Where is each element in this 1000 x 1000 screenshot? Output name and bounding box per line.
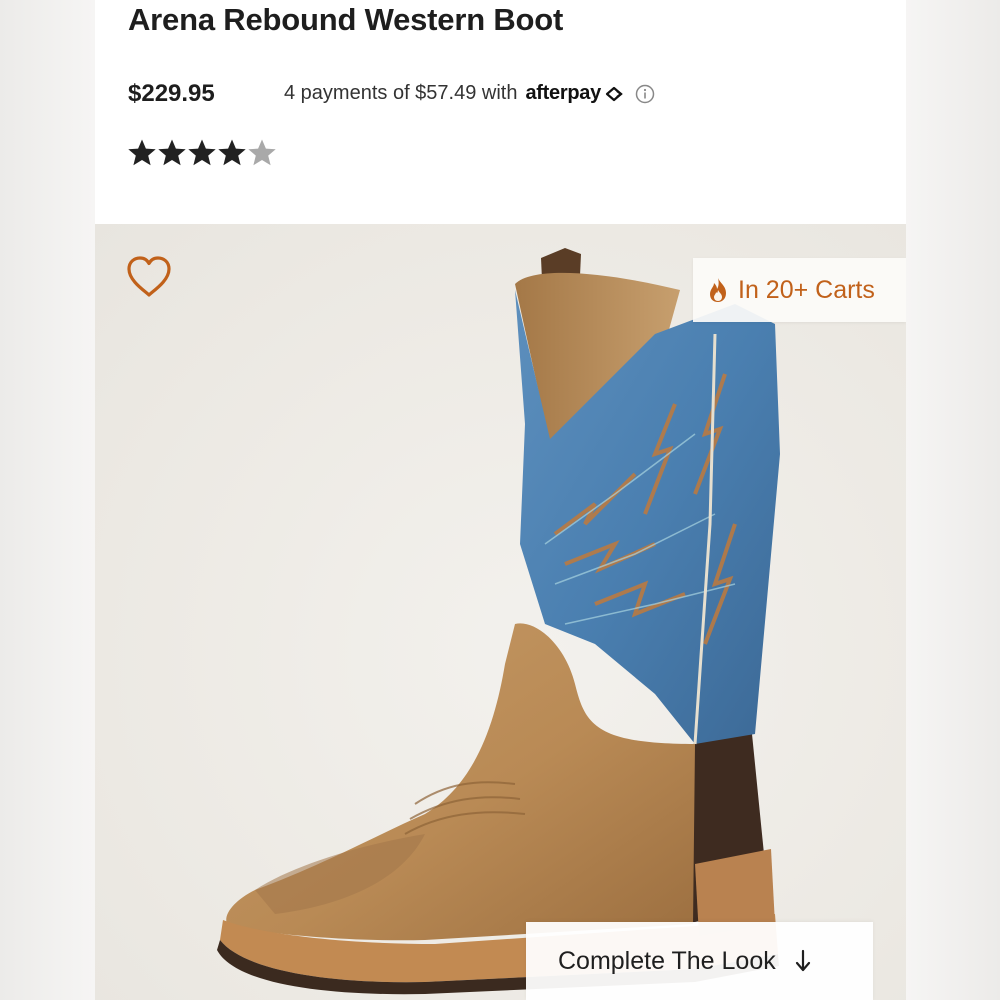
flame-icon bbox=[706, 276, 730, 304]
star-empty-icon bbox=[247, 138, 277, 168]
star-filled-icon bbox=[187, 138, 217, 168]
product-page: Arena Rebound Western Boot $229.95 4 pay… bbox=[95, 0, 906, 1000]
arrow-down-icon bbox=[794, 949, 812, 973]
info-circle-icon[interactable] bbox=[635, 84, 655, 104]
product-title: Arena Rebound Western Boot bbox=[128, 2, 564, 37]
afterpay-logo: afterpay bbox=[525, 82, 601, 104]
star-filled-icon bbox=[127, 138, 157, 168]
star-filled-icon bbox=[157, 138, 187, 168]
product-price: $229.95 bbox=[128, 80, 215, 107]
complete-the-look-label: Complete The Look bbox=[558, 946, 776, 975]
product-image-gallery[interactable]: In 20+ Carts Complete The Look bbox=[95, 224, 906, 1000]
product-image-boot bbox=[217, 248, 780, 995]
in-carts-text: In 20+ Carts bbox=[738, 275, 875, 304]
product-info: Arena Rebound Western Boot $229.95 4 pay… bbox=[95, 0, 906, 224]
rating-stars[interactable] bbox=[127, 138, 277, 168]
in-carts-badge: In 20+ Carts bbox=[693, 258, 906, 322]
afterpay-installments: 4 payments of $57.49 with afterpay bbox=[284, 82, 655, 105]
favorite-heart-icon[interactable] bbox=[125, 255, 173, 299]
complete-the-look-button[interactable]: Complete The Look bbox=[526, 922, 873, 1000]
installments-text: 4 payments of $57.49 with bbox=[284, 82, 518, 104]
afterpay-arrows-icon bbox=[603, 85, 625, 103]
star-filled-icon bbox=[217, 138, 247, 168]
